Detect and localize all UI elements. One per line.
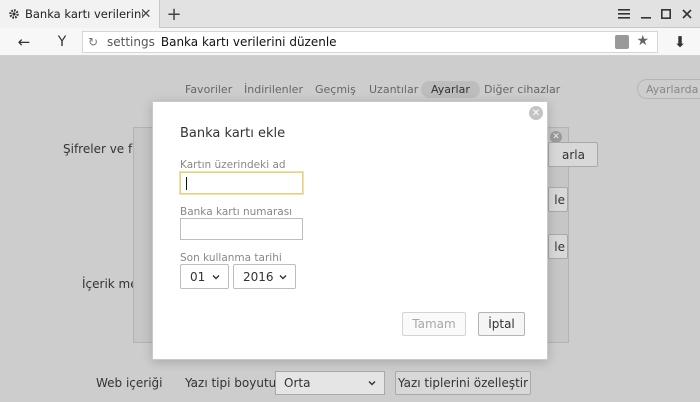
- add-card-dialog: ✕ Banka kartı ekle Kartın üzerindeki ad …: [152, 101, 548, 360]
- new-tab-button[interactable]: +: [165, 4, 183, 25]
- save-button[interactable]: Tamam: [402, 312, 466, 336]
- protect-icon[interactable]: [615, 35, 629, 49]
- manage-passwords-button[interactable]: arla: [548, 142, 598, 167]
- web-content-row: Web içeriği Yazı tipi boyutu: Orta Yazı …: [0, 366, 700, 402]
- tab-strip: Banka kartı verilerini düzenle ✕ +: [0, 0, 700, 28]
- cardholder-name-label: Kartın üzerindeki ad: [180, 159, 286, 171]
- section-content-label: İçerik me: [82, 277, 138, 291]
- dialog-title: Banka kartı ekle: [180, 126, 286, 141]
- gear-icon: [8, 8, 20, 20]
- nav-settings[interactable]: Ayarlar: [421, 81, 480, 98]
- expiry-month-value: 01: [190, 269, 206, 284]
- expiry-year-select[interactable]: 2016: [233, 264, 296, 289]
- nav-history[interactable]: Geçmiş: [315, 83, 356, 96]
- section-web-label: Web içeriği: [96, 376, 163, 390]
- tab-title: Banka kartı verilerini düzenle: [25, 7, 143, 21]
- tab-close-icon[interactable]: ✕: [139, 7, 153, 22]
- cancel-button[interactable]: İptal: [478, 312, 525, 336]
- tab-active[interactable]: Banka kartı verilerini düzenle ✕: [0, 0, 160, 28]
- settings-nav: Favoriler İndirilenler Geçmiş Uzantılar …: [0, 81, 700, 101]
- maximize-icon[interactable]: [656, 4, 676, 24]
- nav-downloads[interactable]: İndirilenler: [244, 83, 303, 96]
- minimize-icon[interactable]: [636, 4, 656, 24]
- yandex-logo-icon[interactable]: Y: [52, 32, 72, 52]
- modal-close-icon[interactable]: ✕: [529, 106, 543, 120]
- chevron-down-icon: [211, 272, 221, 282]
- url-host: settings: [107, 35, 155, 49]
- card-number-input[interactable]: [180, 218, 303, 240]
- nav-favorites[interactable]: Favoriler: [185, 83, 232, 96]
- nav-extensions[interactable]: Uzantılar: [369, 83, 418, 96]
- reload-icon[interactable]: ↻: [83, 35, 103, 49]
- font-size-label: Yazı tipi boyutu:: [185, 376, 281, 390]
- nav-other-devices[interactable]: Diğer cihazlar: [484, 83, 560, 96]
- bookmark-star-icon[interactable]: ★: [636, 33, 649, 49]
- card-number-label: Banka kartı numarası: [180, 206, 293, 218]
- download-icon[interactable]: ⬇: [670, 32, 690, 52]
- expiry-month-select[interactable]: 01: [180, 264, 229, 289]
- font-size-value: Orta: [284, 376, 311, 390]
- edit-button-2[interactable]: le: [548, 234, 568, 259]
- font-size-select[interactable]: Orta: [275, 371, 385, 395]
- text-caret: [186, 177, 187, 190]
- cardholder-name-input[interactable]: [180, 172, 303, 194]
- chevron-down-icon: [367, 378, 377, 388]
- expiry-date-label: Son kullanma tarihi: [180, 252, 282, 264]
- edit-button-1[interactable]: le: [548, 187, 568, 212]
- menu-icon[interactable]: [614, 4, 634, 24]
- expiry-year-value: 2016: [243, 269, 274, 284]
- settings-search-input[interactable]: Ayarlarda ara: [637, 79, 700, 99]
- back-arrow-icon[interactable]: ←: [14, 32, 34, 52]
- window-close-icon[interactable]: [677, 4, 697, 24]
- toolbar: ← Y ↻ settings Banka kartı verilerini dü…: [0, 28, 700, 56]
- url-path: Banka kartı verilerini düzenle: [160, 35, 337, 49]
- address-bar[interactable]: ↻ settings Banka kartı verilerini düzenl…: [82, 31, 658, 53]
- customize-fonts-button[interactable]: Yazı tiplerini özelleştir: [395, 371, 531, 395]
- chevron-down-icon: [278, 272, 288, 282]
